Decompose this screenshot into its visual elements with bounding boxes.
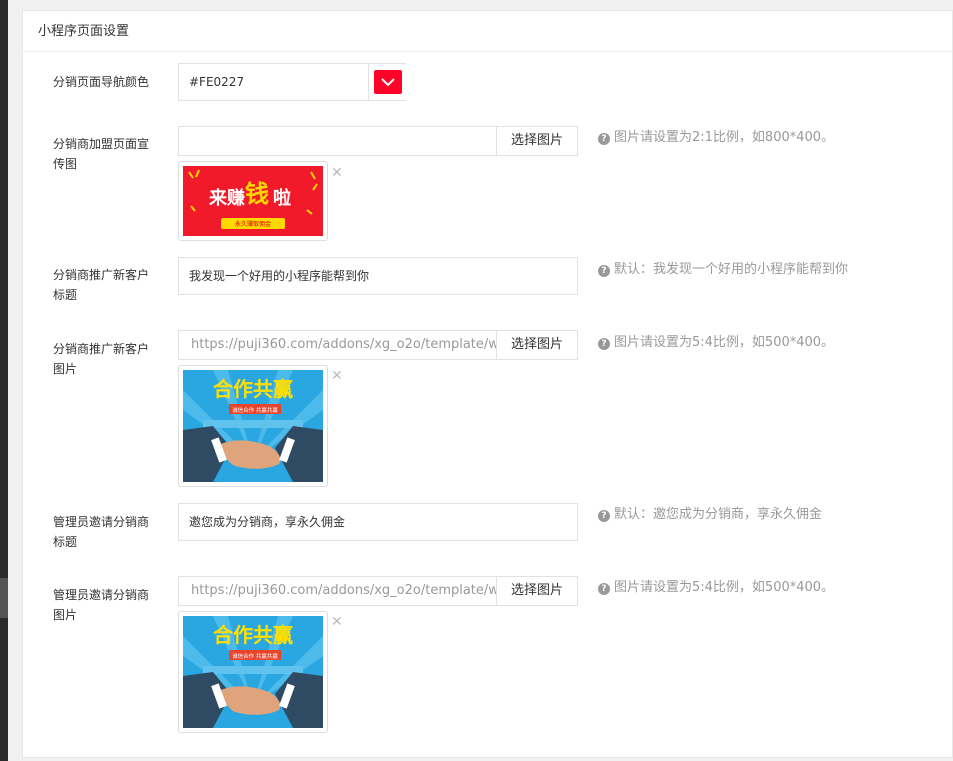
nav-color-label: 分销页面导航颜色 (53, 75, 150, 89)
question-circle-icon: ? (598, 133, 610, 145)
invite-title-hint: ? 默认：邀您成为分销商，享永久佣金 (598, 505, 822, 525)
nav-color-field[interactable]: #FE0227 (178, 63, 406, 101)
question-circle-icon: ? (598, 583, 610, 595)
join-banner-image: 来赚 钱 啦 永久赚取佣金 (183, 166, 323, 236)
promo-image-label: 分销商推广新客户图片 (53, 342, 150, 376)
promo-image-select-button[interactable]: 选择图片 (496, 330, 578, 360)
question-circle-icon: ? (598, 510, 610, 522)
promo-title-input[interactable]: 我发现一个好用的小程序能帮到你 (178, 257, 578, 295)
invite-image-url-input[interactable]: https://puji360.com/addons/xg_o2o/templa… (178, 576, 498, 606)
promo-image-title: 合作共赢 (213, 377, 293, 401)
banner-sub-text: 永久赚取佣金 (235, 220, 271, 228)
banner-text-c: 啦 (273, 187, 291, 209)
promo-image-url-input[interactable]: https://puji360.com/addons/xg_o2o/templa… (178, 330, 498, 360)
join-banner-thumbnail: 来赚 钱 啦 永久赚取佣金 (178, 161, 328, 241)
sidebar-highlight (0, 578, 8, 618)
promo-image-hint: ? 图片请设置为5:4比例，如500*400。 (598, 333, 834, 353)
color-swatch (374, 70, 402, 94)
invite-image-thumbnail: 合作共赢 诚信合作 共赢共赢 (178, 611, 328, 733)
nav-color-value: #FE0227 (189, 75, 245, 89)
color-picker-button[interactable] (368, 64, 406, 100)
question-circle-icon: ? (598, 338, 610, 350)
invite-image-title: 合作共赢 (213, 623, 293, 647)
join-banner-label: 分销商加盟页面宣传图 (53, 137, 150, 171)
invite-image-ribbon: 诚信合作 共赢共赢 (232, 652, 278, 660)
invite-title-input[interactable]: 邀您成为分销商，享永久佣金 (178, 503, 578, 541)
close-icon[interactable]: ✕ (331, 615, 343, 629)
join-banner-url-input[interactable] (178, 126, 498, 156)
promo-image-ribbon: 诚信合作 共赢共赢 (232, 406, 278, 414)
invite-image-select-button[interactable]: 选择图片 (496, 576, 578, 606)
invite-image-label: 管理员邀请分销商图片 (53, 588, 150, 622)
invite-image-hint: ? 图片请设置为5:4比例，如500*400。 (598, 578, 834, 598)
left-sidebar-edge (0, 0, 8, 761)
join-banner-select-button[interactable]: 选择图片 (496, 126, 578, 156)
chevron-down-icon (381, 78, 395, 87)
promo-title-hint: ? 默认：我发现一个好用的小程序能帮到你 (598, 260, 848, 280)
banner-text-b: 钱 (245, 180, 269, 208)
invite-image: 合作共赢 诚信合作 共赢共赢 (183, 616, 323, 728)
close-icon[interactable]: ✕ (331, 166, 343, 180)
panel-title: 小程序页面设置 (23, 11, 952, 52)
settings-panel: 小程序页面设置 分销页面导航颜色 #FE0227 分销商加盟页面宣传图 选择图片… (22, 10, 953, 758)
promo-image: 合作共赢 诚信合作 共赢共赢 (183, 370, 323, 482)
close-icon[interactable]: ✕ (331, 369, 343, 383)
promo-title-label: 分销商推广新客户标题 (53, 268, 150, 302)
join-banner-hint: ? 图片请设置为2:1比例，如800*400。 (598, 128, 834, 148)
invite-title-label: 管理员邀请分销商标题 (53, 515, 150, 549)
promo-image-thumbnail: 合作共赢 诚信合作 共赢共赢 (178, 365, 328, 487)
question-circle-icon: ? (598, 265, 610, 277)
banner-text-a: 来赚 (208, 187, 245, 209)
